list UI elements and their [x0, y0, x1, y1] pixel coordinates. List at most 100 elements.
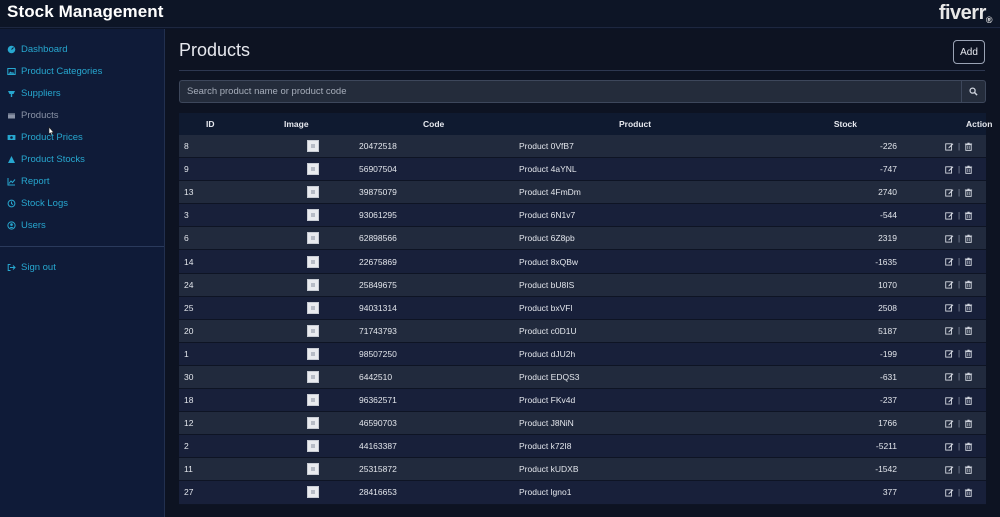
cell-action: | [897, 234, 986, 243]
action-separator: | [958, 303, 961, 313]
cell-code: 98507250 [359, 348, 397, 359]
trash-icon[interactable] [964, 234, 973, 243]
cell-code: 25849675 [359, 279, 397, 290]
sidebar-item-label: Product Stocks [21, 153, 85, 165]
cell-image [239, 417, 359, 430]
cell-code: 71743793 [359, 325, 397, 336]
sidebar-item-product-categories[interactable]: Product Categories [7, 64, 102, 78]
trash-icon[interactable] [964, 303, 973, 313]
product-thumbnail [307, 486, 319, 499]
cell-product: Product 4FmDm [519, 187, 581, 198]
edit-icon[interactable] [945, 372, 954, 382]
table-row: 3 93061295 Product 6N1v7 -544 | [179, 204, 986, 228]
product-thumbnail [307, 186, 319, 199]
user-icon [7, 220, 16, 230]
action-separator: | [958, 210, 961, 220]
cell-product: Product bU8IS [519, 279, 575, 290]
trash-icon[interactable] [964, 442, 973, 451]
trash-icon[interactable] [964, 257, 973, 266]
trash-icon[interactable] [964, 326, 973, 336]
cell-id: 20 [184, 325, 194, 336]
edit-icon[interactable] [945, 211, 954, 220]
cell-product: Product 6Z8pb [519, 233, 575, 244]
edit-icon[interactable] [945, 442, 954, 451]
cell-action: | [897, 211, 986, 220]
sidebar-item-sign-out[interactable]: Sign out [7, 260, 56, 274]
brand-logo-mark: ® [985, 15, 993, 25]
product-thumbnail [307, 140, 319, 153]
product-thumbnail [307, 163, 319, 176]
sidebar-item-label: Product Categories [21, 65, 103, 77]
cell-image [239, 324, 359, 337]
action-separator: | [958, 487, 961, 497]
sidebar-item-product-stocks[interactable]: Product Stocks [7, 152, 85, 166]
edit-icon[interactable] [945, 419, 954, 428]
edit-icon[interactable] [945, 280, 954, 289]
cell-product: Product kUDXB [519, 464, 579, 475]
sidebar-item-stock-logs[interactable]: Stock Logs [7, 196, 68, 210]
cell-id: 6 [184, 233, 189, 244]
search-button[interactable] [961, 80, 986, 103]
edit-icon[interactable] [945, 488, 954, 497]
action-separator: | [958, 464, 961, 474]
cell-product: Product 4aYNL [519, 164, 577, 175]
product-thumbnail [307, 394, 319, 407]
sidebar-item-suppliers[interactable]: Suppliers [7, 86, 61, 100]
edit-icon[interactable] [945, 142, 954, 151]
sidebar-item-product-prices[interactable]: Product Prices [7, 130, 83, 144]
dashboard-icon [7, 45, 16, 53]
cell-image [239, 486, 359, 499]
sidebar-item-products[interactable]: Products [7, 108, 59, 122]
trash-icon[interactable] [964, 142, 973, 151]
edit-icon[interactable] [945, 188, 954, 197]
edit-icon[interactable] [945, 257, 954, 266]
cell-image [239, 163, 359, 176]
stock-icon [8, 155, 15, 163]
cell-action: | [897, 372, 986, 381]
trash-icon[interactable] [964, 349, 973, 359]
cell-action: | [897, 303, 986, 312]
table-row: 20 71743793 Product c0D1U 5187 | [179, 319, 986, 343]
cell-stock: 1766 [878, 418, 897, 429]
product-thumbnail [307, 278, 319, 291]
cell-code: 94031314 [359, 302, 397, 313]
trash-icon[interactable] [964, 280, 973, 289]
cell-product: Product c0D1U [519, 325, 577, 336]
sidebar-item-dashboard[interactable]: Dashboard [7, 42, 67, 56]
trash-icon[interactable] [964, 419, 973, 428]
edit-icon[interactable] [945, 165, 954, 174]
cell-action: | [897, 442, 986, 451]
edit-icon[interactable] [945, 396, 954, 405]
sidebar-divider [0, 246, 164, 247]
action-separator: | [958, 257, 961, 267]
trash-icon[interactable] [964, 165, 973, 174]
product-thumbnail [307, 463, 319, 476]
edit-icon[interactable] [945, 326, 954, 335]
cell-id: 27 [184, 487, 194, 498]
cell-action: | [897, 396, 986, 405]
cell-id: 14 [184, 256, 194, 267]
edit-icon[interactable] [945, 303, 954, 312]
cell-id: 25 [184, 302, 194, 313]
trash-icon[interactable] [964, 465, 973, 474]
trash-icon[interactable] [964, 188, 973, 197]
trash-icon[interactable] [964, 211, 973, 220]
cell-code: 93061295 [359, 210, 397, 221]
trash-icon[interactable] [964, 372, 973, 382]
cell-id: 8 [184, 141, 189, 152]
cell-stock: -631 [879, 371, 897, 382]
edit-icon[interactable] [945, 349, 954, 358]
sidebar-item-label: Sign out [21, 261, 56, 273]
add-product-button[interactable]: Add [953, 40, 985, 64]
edit-icon[interactable] [945, 234, 954, 243]
trash-icon[interactable] [964, 488, 973, 497]
sidebar-item-users[interactable]: Users [7, 218, 46, 232]
cell-stock: 377 [882, 487, 897, 498]
trash-icon[interactable] [964, 396, 973, 405]
edit-icon[interactable] [945, 465, 954, 474]
column-header-id: ID [206, 119, 215, 129]
search-input[interactable] [179, 80, 961, 103]
sidebar-item-report[interactable]: Report [7, 174, 50, 188]
action-separator: | [958, 395, 961, 405]
action-separator: | [958, 372, 961, 382]
